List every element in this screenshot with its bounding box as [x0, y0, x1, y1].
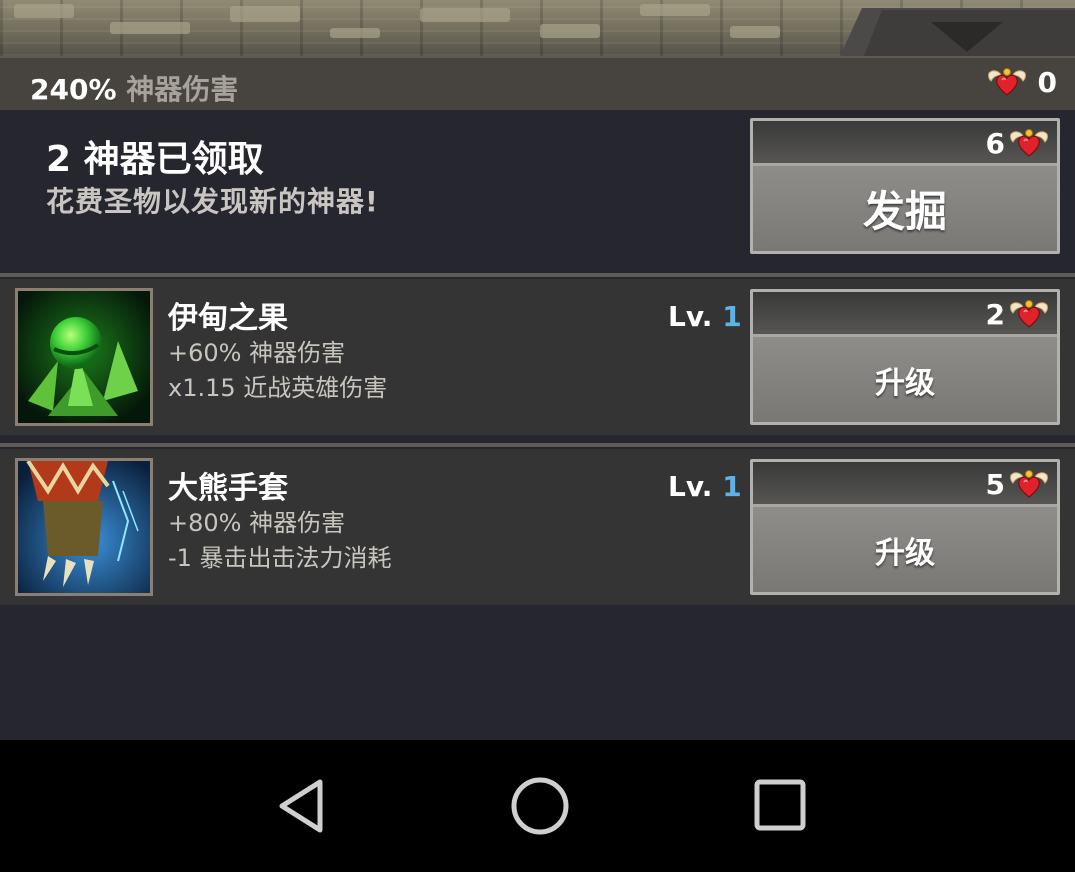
artifact-level: Lv. 1 — [668, 300, 742, 333]
level-value: 1 — [722, 300, 742, 333]
upgrade-button-label: 升级 — [753, 337, 1057, 422]
divider — [0, 443, 1075, 447]
artifact-damage-value: 240% — [30, 73, 117, 106]
artifact-level: Lv. 1 — [668, 470, 742, 503]
stone-banner — [0, 0, 1075, 56]
winged-heart-icon — [1009, 296, 1049, 330]
upgrade-button[interactable]: 2 升级 — [750, 289, 1060, 425]
triangle-down-icon[interactable] — [931, 22, 1003, 52]
artifact-effect: +80% 神器伤害 — [168, 509, 346, 537]
upgrade-button[interactable]: 5 升级 — [750, 459, 1060, 595]
winged-heart-icon — [1009, 125, 1049, 159]
artifact-name: 大熊手套 — [168, 471, 288, 506]
winged-heart-icon — [987, 64, 1027, 98]
artifact-name: 伊甸之果 — [168, 301, 288, 336]
upgrade-cost-value: 2 — [985, 298, 1005, 331]
artifact-effect: +60% 神器伤害 — [168, 339, 346, 367]
level-prefix: Lv. — [668, 470, 713, 503]
dig-description: 花费圣物以发现新的神器! — [46, 185, 379, 218]
dig-button-label: 发掘 — [753, 166, 1057, 251]
fruit-of-eden-image — [15, 288, 153, 426]
upgrade-cost: 2 — [753, 292, 1057, 337]
dig-button[interactable]: 6 发掘 — [750, 118, 1060, 254]
back-triangle-icon[interactable] — [272, 776, 332, 836]
level-prefix: Lv. — [668, 300, 713, 333]
divider — [0, 273, 1075, 277]
upgrade-button-label: 升级 — [753, 507, 1057, 592]
relic-count: 0 — [1037, 66, 1057, 99]
dig-cost-value: 6 — [985, 127, 1005, 160]
artifact-effect: x1.15 近战英雄伤害 — [168, 374, 388, 402]
winged-heart-icon — [1009, 466, 1049, 500]
recents-square-icon[interactable] — [752, 776, 810, 836]
level-value: 1 — [722, 470, 742, 503]
system-navigation-bar — [0, 740, 1075, 872]
home-circle-icon[interactable] — [508, 776, 572, 836]
artifact-header: 240% 神器伤害 0 — [0, 56, 1075, 110]
artifacts-collected-title: 2 神器已领取 — [46, 139, 264, 180]
bear-glove-image — [15, 458, 153, 596]
artifact-damage-label: 神器伤害 — [126, 73, 239, 106]
artifact-effect: -1 暴击出击法力消耗 — [168, 544, 392, 572]
upgrade-cost: 5 — [753, 462, 1057, 507]
artifact-damage-total: 240% 神器伤害 — [30, 68, 238, 108]
upgrade-cost-value: 5 — [985, 468, 1005, 501]
dig-cost: 6 — [753, 121, 1057, 166]
